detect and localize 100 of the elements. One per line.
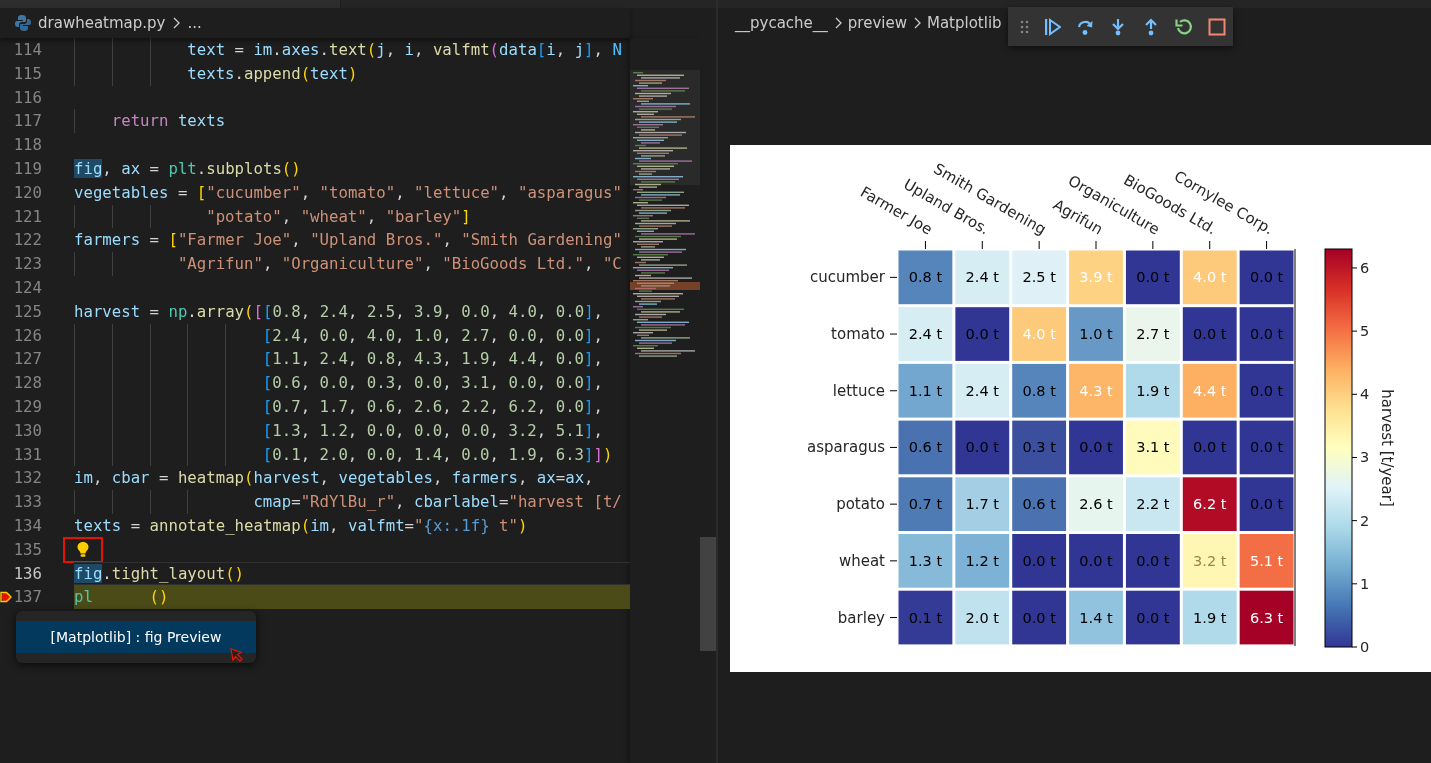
- code-line: [0.7, 1.7, 0.6, 2.6, 2.2, 6.2, 0.0],: [262, 395, 603, 418]
- colorbar-label: harvest [t/year]: [1378, 389, 1396, 507]
- axis-tick: [924, 240, 926, 250]
- code-line: "potato", "wheat", "barley"]: [206, 205, 471, 228]
- colorbar-tick: [1351, 646, 1358, 648]
- axis-tick: [1266, 240, 1268, 250]
- line-number: 135: [13, 539, 42, 559]
- line-number: 126: [13, 325, 42, 345]
- line-number: 122: [13, 230, 42, 250]
- colorbar-tick-label: 5: [1360, 323, 1370, 340]
- cell-value: 4.4 t: [1193, 382, 1227, 399]
- line-number: 136: [13, 563, 42, 583]
- code-line: farmers = ["Farmer Joe", "Upland Bros.", "Smith Gardening": [74, 229, 622, 252]
- cell-value: 2.4 t: [965, 382, 999, 399]
- breakpoint-icon[interactable]: [0, 590, 12, 605]
- axis-tick: [1209, 240, 1211, 250]
- cell-value: 0.0 t: [1249, 382, 1284, 399]
- code-line: fig, ax = plt.subplots(): [74, 157, 301, 180]
- cell-value: 1.4 t: [1079, 609, 1113, 626]
- row-label: potato: [836, 495, 885, 514]
- breadcrumb-item[interactable]: Matplotlib: [926, 14, 1002, 32]
- cell-value: 4.0 t: [1193, 269, 1227, 286]
- cell-value: 2.4 t: [908, 326, 943, 343]
- colorbar-tick: [1351, 393, 1358, 395]
- colorbar-tick: [1351, 520, 1358, 522]
- code-line: im, cbar = heatmap(harvest, vegetables, farmers, ax=ax,: [74, 467, 594, 490]
- cell-value: 3.2 t: [1193, 552, 1227, 569]
- code-line: [0.6, 0.0, 0.3, 0.0, 3.1, 0.0, 0.0],: [262, 372, 603, 395]
- line-number: 130: [13, 420, 42, 440]
- row-label: cucumber: [809, 268, 885, 287]
- line-number: 119: [13, 159, 42, 178]
- cell-value: 0.3 t: [1022, 439, 1056, 456]
- code-line: vegetables = ["cucumber", "tomato", "lettuce", "asparagus": [74, 181, 622, 204]
- code-line: "Agrifun", "Organiculture", "BioGoods Ltd.", "C: [177, 253, 622, 276]
- cell-value: 2.4 t: [965, 269, 999, 286]
- cell-value: 0.0 t: [1249, 269, 1284, 286]
- line-number: 124: [13, 277, 42, 297]
- cell-value: 0.0 t: [1249, 496, 1284, 513]
- cell-value: 1.7 t: [965, 496, 999, 513]
- line-number: 115: [13, 63, 42, 83]
- step-into-icon: [1109, 17, 1127, 36]
- cell-value: 0.0 t: [1193, 326, 1227, 343]
- row-label: barley: [837, 608, 885, 627]
- line-number: 117: [13, 111, 42, 131]
- cell-value: 0.0 t: [965, 326, 999, 343]
- row-label: lettuce: [832, 381, 885, 400]
- colorbar-tick-label: 6: [1360, 259, 1370, 276]
- breadcrumb-more[interactable]: ...: [187, 14, 202, 32]
- line-number: 116: [13, 87, 42, 107]
- cell-value: 0.8 t: [908, 269, 943, 286]
- code-line: texts.append(text): [187, 62, 358, 85]
- cell-value: 2.5 t: [1022, 269, 1056, 286]
- axis-tick: [889, 560, 898, 562]
- cell-value: 5.1 t: [1249, 552, 1284, 569]
- cell-value: 0.0 t: [1136, 552, 1170, 569]
- line-number: 118: [13, 135, 42, 155]
- cell-value: 0.0 t: [1193, 439, 1227, 456]
- line-number: 125: [13, 301, 42, 321]
- colorbar-tick-label: 2: [1360, 512, 1370, 529]
- cell-value: 0.0 t: [965, 439, 999, 456]
- cell-value: 1.9 t: [1136, 382, 1170, 399]
- line-number: 127: [13, 349, 42, 369]
- cell-value: 0.6 t: [908, 439, 943, 456]
- code-line: [1.3, 1.2, 0.0, 0.0, 0.0, 3.2, 5.1],: [262, 419, 603, 442]
- scrollbar-thumb[interactable]: [700, 537, 716, 651]
- cell-value: 6.2 t: [1193, 496, 1227, 513]
- cell-value: 0.7 t: [908, 496, 943, 513]
- cell-value: 0.0 t: [1022, 552, 1056, 569]
- breadcrumb-item[interactable]: __pycache__: [735, 14, 828, 32]
- colorbar-tick: [1351, 457, 1358, 458]
- file-name[interactable]: drawheatmap.py: [38, 14, 166, 32]
- breadcrumb-item[interactable]: preview: [847, 14, 907, 32]
- cell-value: 1.0 t: [1079, 326, 1113, 343]
- axis-tick: [889, 617, 898, 619]
- line-number: 120: [13, 182, 42, 202]
- cell-value: 1.2 t: [965, 552, 999, 569]
- code-line: [0.1, 2.0, 0.0, 1.4, 0.0, 1.9, 6.3]]): [262, 443, 613, 466]
- line-number: 121: [13, 206, 42, 226]
- cell-value: 0.0 t: [1079, 552, 1113, 569]
- cell-value: 4.3 t: [1079, 382, 1113, 399]
- gripper-icon[interactable]: [1020, 19, 1030, 34]
- cell-value: 0.0 t: [1079, 439, 1113, 456]
- lightbulb-icon[interactable]: [76, 541, 90, 559]
- axis-tick: [889, 390, 898, 392]
- cell-value: 0.0 t: [1136, 609, 1170, 626]
- code-line: cmap="RdYlBu_r", cbarlabel="harvest [t/: [253, 491, 622, 514]
- cell-value: 0.0 t: [1249, 439, 1284, 456]
- code-line: return texts: [111, 110, 226, 133]
- chevron-icon: [171, 15, 182, 31]
- cell-value: 2.6 t: [1079, 496, 1113, 513]
- menu-item[interactable]: [Matplotlib] : fig Preview: [16, 621, 256, 653]
- cell-value: 0.0 t: [1136, 269, 1170, 286]
- cell-value: 1.1 t: [908, 382, 943, 399]
- cell-value: 0.6 t: [1022, 496, 1056, 513]
- cell-value: 6.3 t: [1249, 609, 1284, 626]
- colorbar-tick: [1351, 330, 1358, 332]
- cell-value: 4.0 t: [1022, 326, 1056, 343]
- row-label: asparagus: [807, 438, 885, 457]
- code-line: [1.1, 2.4, 0.8, 4.3, 1.9, 4.4, 0.0],: [262, 348, 603, 371]
- colorbar-tick-label: 1: [1360, 575, 1370, 592]
